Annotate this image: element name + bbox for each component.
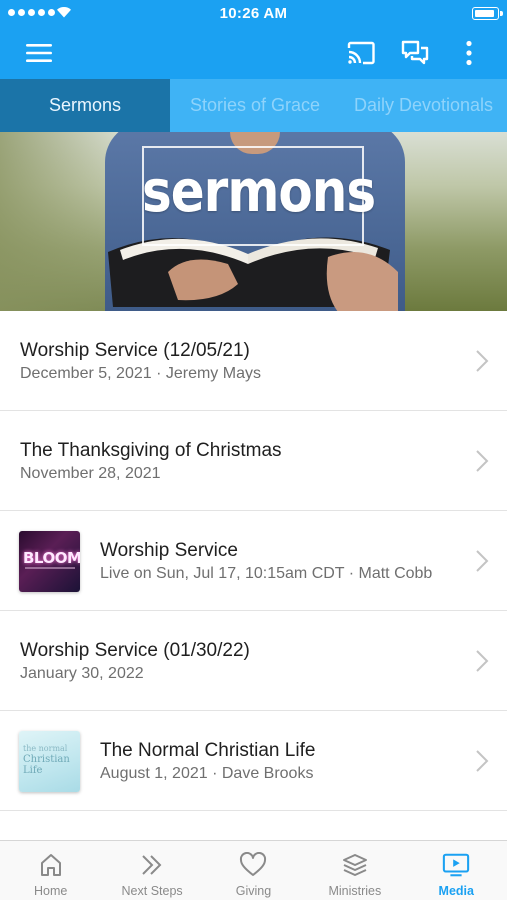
thumb-text: Christian Life: [23, 754, 70, 776]
item-subtitle: August 1, 2021 · Dave Brooks: [100, 765, 314, 782]
tab-stories-of-grace[interactable]: Stories of Grace: [170, 79, 340, 132]
hamburger-menu-icon[interactable]: [20, 34, 58, 72]
tab-bar-ministries[interactable]: Ministries: [304, 841, 405, 900]
thumb-text: BLOOM: [23, 549, 80, 567]
list-item[interactable]: Worship Service (01/30/22) January 30, 2…: [0, 611, 507, 711]
tab-bar-label: Home: [34, 884, 68, 898]
sermons-hero-banner: sermons: [0, 132, 507, 311]
media-tabs: Sermons Stories of Grace Daily Devotiona…: [0, 79, 507, 132]
list-item[interactable]: the normal Christian Life The Normal Chr…: [0, 711, 507, 811]
tab-bar-label: Giving: [235, 884, 272, 898]
hero-title: sermons: [142, 158, 376, 225]
item-subtitle: December 5, 2021 · Jeremy Mays: [20, 365, 261, 382]
more-vertical-icon[interactable]: [450, 34, 488, 72]
item-title: Worship Service: [100, 540, 238, 561]
item-subtitle: January 30, 2022: [20, 665, 144, 682]
tab-bar-home[interactable]: Home: [0, 841, 101, 900]
heart-icon: [239, 851, 267, 879]
item-title: The Thanksgiving of Christmas: [20, 440, 282, 461]
chat-bubbles-icon[interactable]: [396, 34, 434, 72]
cast-icon[interactable]: [342, 34, 380, 72]
list-item[interactable]: Worship Service (12/05/21) December 5, 2…: [0, 311, 507, 411]
bottom-tab-bar: Home Next Steps Giving Ministries Media: [0, 840, 507, 900]
normal-christian-life-thumbnail: the normal Christian Life: [19, 731, 80, 792]
chevron-right-icon: [476, 450, 489, 472]
status-bar: 10:26 AM: [0, 0, 507, 26]
item-title: Worship Service (01/30/22): [20, 640, 250, 661]
chevron-right-icon: [476, 650, 489, 672]
tab-bar-giving[interactable]: Giving: [203, 841, 304, 900]
tab-bar-label: Media: [438, 884, 474, 898]
media-play-icon: [442, 851, 470, 879]
item-subtitle: Live on Sun, Jul 17, 10:15am CDT · Matt …: [100, 565, 433, 582]
thumb-text: the normal: [23, 744, 68, 753]
layers-icon: [341, 851, 369, 879]
tab-bar-label: Ministries: [328, 884, 382, 898]
home-icon: [37, 851, 65, 879]
list-item[interactable]: BLOOM Worship Service Live on Sun, Jul 1…: [0, 511, 507, 611]
status-time: 10:26 AM: [219, 5, 288, 22]
battery-icon: [472, 7, 503, 20]
app-bar: [0, 26, 507, 79]
chevron-right-icon: [476, 350, 489, 372]
chevron-right-icon: [476, 550, 489, 572]
item-title: Worship Service (12/05/21): [20, 340, 250, 361]
tab-daily-devotionals[interactable]: Daily Devotionals: [340, 79, 507, 132]
tab-sermons[interactable]: Sermons: [0, 79, 170, 132]
item-subtitle: November 28, 2021: [20, 465, 161, 482]
double-chevron-icon: [138, 851, 166, 879]
bloom-artwork-thumbnail: BLOOM: [19, 531, 80, 592]
list-item[interactable]: The Thanksgiving of Christmas November 2…: [0, 411, 507, 511]
tab-bar-label: Next Steps: [121, 884, 183, 898]
sermon-list: Worship Service (12/05/21) December 5, 2…: [0, 311, 507, 811]
item-title: The Normal Christian Life: [100, 740, 316, 761]
chevron-right-icon: [476, 750, 489, 772]
tab-bar-media[interactable]: Media: [406, 841, 507, 900]
tab-bar-next-steps[interactable]: Next Steps: [101, 841, 202, 900]
